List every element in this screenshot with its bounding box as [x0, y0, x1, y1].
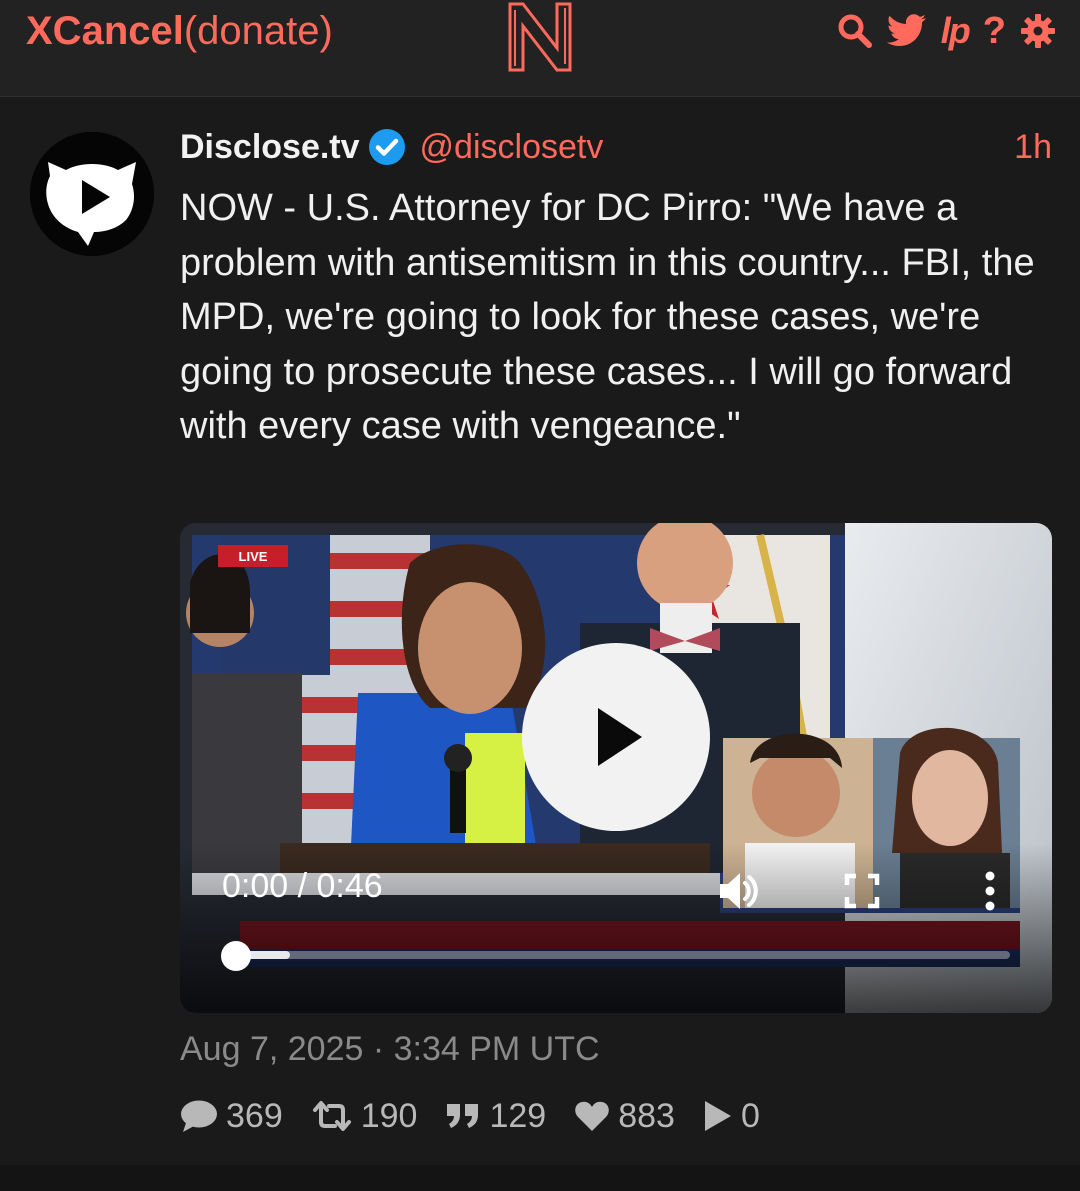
tweet-stats: 369 190 129 883 0	[180, 1093, 760, 1139]
retweet-count: 190	[360, 1096, 418, 1135]
nitter-logo-icon[interactable]	[505, 2, 575, 72]
retweet-icon	[312, 1101, 351, 1131]
play-icon	[598, 708, 642, 766]
quote-stat[interactable]: 129	[445, 1097, 546, 1136]
avatar[interactable]	[30, 132, 154, 256]
tweet-card: Disclose.tv @disclosetv 1h NOW - U.S. At…	[0, 97, 1080, 1165]
views-stat[interactable]: 0	[703, 1097, 760, 1136]
reply-stat[interactable]: 369	[180, 1097, 283, 1136]
settings-gear-icon[interactable]	[1020, 10, 1056, 52]
author-handle[interactable]: @disclosetv	[420, 128, 604, 167]
play-views-icon	[704, 1101, 731, 1131]
site-brand[interactable]: XCancel (donate)	[26, 6, 333, 56]
quote-icon	[447, 1104, 479, 1128]
search-icon[interactable]	[837, 10, 873, 52]
author-name[interactable]: Disclose.tv	[180, 128, 360, 167]
play-button[interactable]	[522, 643, 710, 831]
donate-link[interactable]: (donate)	[184, 9, 333, 54]
reply-icon	[181, 1100, 217, 1132]
volume-icon[interactable]	[716, 869, 760, 913]
tweet-text: NOW - U.S. Attorney for DC Pirro: "We ha…	[180, 187, 1035, 447]
lp-icon[interactable]: lp	[941, 10, 971, 52]
nav-icons: lp ?	[837, 10, 1056, 52]
reply-count: 369	[226, 1096, 283, 1135]
video-progress-thumb[interactable]	[221, 941, 251, 971]
svg-text:LIVE: LIVE	[239, 549, 268, 564]
views-count: 0	[740, 1096, 760, 1135]
quote-count: 129	[489, 1096, 547, 1135]
tweet-date[interactable]: Aug 7, 2025 · 3:34 PM UTC	[180, 1030, 600, 1069]
verified-badge-icon	[368, 129, 405, 165]
help-icon[interactable]: ?	[983, 10, 1006, 52]
retweet-stat[interactable]: 190	[311, 1096, 418, 1136]
top-navigation-bar: XCancel (donate) lp ?	[0, 0, 1080, 97]
tweet-time[interactable]: 1h	[1014, 128, 1052, 167]
brand-name[interactable]: XCancel	[26, 9, 184, 54]
video-player[interactable]: LIVE 0:00 / 0:46	[180, 523, 1052, 1013]
fullscreen-icon[interactable]	[840, 869, 884, 913]
video-progress-bar[interactable]	[236, 951, 1010, 959]
tweet-header: Disclose.tv @disclosetv 1h	[180, 125, 1052, 169]
twitter-bird-icon[interactable]	[886, 10, 927, 52]
video-time-display: 0:00 / 0:46	[222, 867, 383, 905]
like-count: 883	[618, 1096, 675, 1135]
heart-icon	[575, 1101, 609, 1131]
more-options-icon[interactable]	[968, 869, 1012, 913]
like-stat[interactable]: 883	[574, 1097, 675, 1136]
